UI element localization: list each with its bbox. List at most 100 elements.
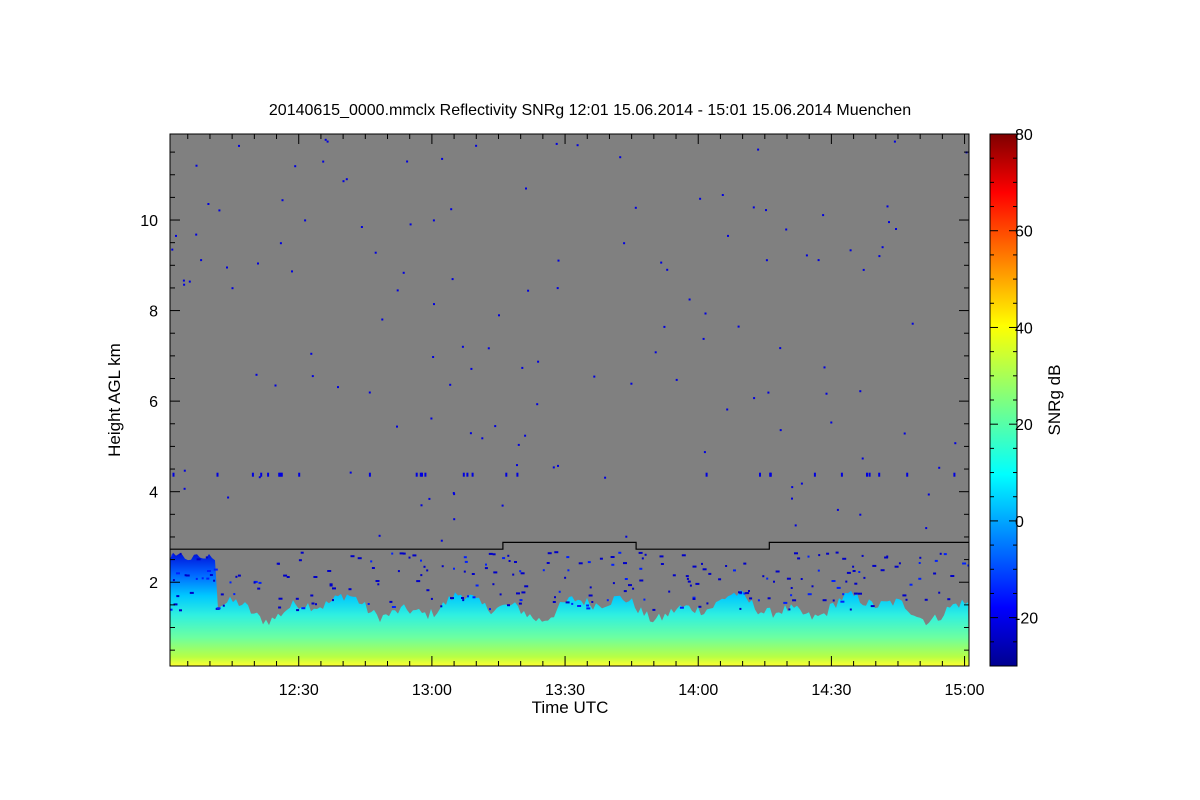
speckle bbox=[286, 576, 290, 578]
speckle bbox=[512, 573, 515, 576]
speckle bbox=[840, 472, 843, 477]
colorbar-label: SNRg dB bbox=[1045, 365, 1064, 436]
speckle bbox=[842, 593, 845, 596]
speckle bbox=[698, 605, 702, 608]
speckle bbox=[811, 585, 814, 588]
y-tick-label: 4 bbox=[149, 485, 158, 502]
speckle bbox=[310, 352, 313, 355]
speckle bbox=[298, 559, 302, 562]
speckle bbox=[859, 513, 862, 516]
speckle bbox=[632, 587, 635, 590]
speckle bbox=[349, 471, 352, 474]
speckle bbox=[238, 144, 240, 147]
speckle bbox=[818, 554, 821, 557]
speckle bbox=[171, 248, 174, 251]
speckle bbox=[412, 554, 417, 557]
speckle bbox=[464, 560, 468, 563]
speckle bbox=[251, 472, 254, 477]
speckle bbox=[888, 221, 890, 224]
speckle bbox=[792, 599, 797, 602]
speckle bbox=[381, 318, 384, 321]
speckle bbox=[943, 553, 947, 556]
speckle bbox=[822, 599, 827, 602]
speckle bbox=[556, 287, 559, 290]
speckle bbox=[610, 556, 615, 558]
speckle bbox=[472, 596, 476, 599]
speckle bbox=[396, 425, 398, 428]
speckle bbox=[692, 598, 696, 600]
speckle bbox=[849, 608, 852, 611]
speckle bbox=[826, 552, 830, 555]
speckle bbox=[762, 575, 765, 578]
speckle bbox=[342, 180, 345, 183]
speckle bbox=[790, 587, 793, 589]
speckle bbox=[432, 356, 435, 358]
speckle bbox=[274, 384, 277, 387]
speckle bbox=[520, 572, 525, 575]
speckle bbox=[547, 552, 552, 555]
speckle bbox=[253, 581, 256, 584]
speckle bbox=[374, 251, 377, 254]
speckle bbox=[586, 604, 590, 607]
speckle bbox=[925, 527, 928, 530]
speckle bbox=[654, 351, 657, 354]
speckle bbox=[618, 551, 622, 554]
speckle bbox=[726, 408, 729, 411]
speckle bbox=[634, 206, 637, 209]
speckle bbox=[805, 254, 808, 257]
speckle bbox=[688, 298, 691, 301]
colorbar-tick-label: 80 bbox=[1015, 127, 1033, 144]
speckle bbox=[840, 600, 845, 603]
x-tick-label: 15:00 bbox=[945, 682, 985, 699]
speckle bbox=[183, 283, 186, 286]
speckle bbox=[705, 472, 708, 477]
speckle bbox=[304, 219, 307, 222]
speckle bbox=[588, 594, 593, 597]
speckle bbox=[471, 573, 475, 575]
speckle bbox=[525, 187, 527, 190]
speckle bbox=[962, 562, 967, 565]
speckle bbox=[699, 197, 702, 200]
speckle bbox=[813, 472, 816, 477]
speckle bbox=[919, 556, 922, 559]
speckle bbox=[576, 144, 579, 147]
speckle bbox=[950, 575, 955, 577]
speckle bbox=[788, 608, 791, 611]
speckle bbox=[797, 557, 801, 560]
speckle bbox=[220, 593, 224, 596]
speckle bbox=[189, 591, 194, 594]
speckle bbox=[378, 534, 381, 537]
speckle bbox=[195, 233, 198, 236]
speckle bbox=[326, 140, 329, 143]
speckle bbox=[832, 599, 835, 602]
speckle bbox=[179, 552, 182, 555]
speckle bbox=[267, 472, 270, 477]
speckle bbox=[176, 595, 180, 598]
speckle bbox=[409, 223, 412, 226]
speckle bbox=[906, 472, 909, 477]
speckle bbox=[322, 160, 325, 163]
speckle bbox=[589, 586, 592, 589]
speckle bbox=[430, 597, 433, 600]
speckle bbox=[498, 314, 500, 317]
speckle bbox=[807, 555, 810, 558]
speckle bbox=[467, 595, 469, 598]
speckle bbox=[773, 580, 775, 583]
speckle bbox=[911, 322, 914, 325]
speckle bbox=[870, 605, 875, 608]
speckle bbox=[749, 597, 753, 600]
speckle bbox=[878, 472, 881, 477]
speckle bbox=[863, 576, 866, 579]
speckle bbox=[660, 563, 664, 565]
speckle bbox=[462, 472, 465, 477]
speckle bbox=[783, 601, 788, 604]
colorbar-tick-label: -20 bbox=[1015, 611, 1038, 628]
speckle bbox=[779, 347, 782, 350]
speckle bbox=[727, 234, 729, 237]
speckle bbox=[639, 567, 643, 570]
speckle bbox=[475, 584, 479, 587]
speckle bbox=[611, 563, 615, 566]
speckle bbox=[830, 421, 833, 424]
speckle bbox=[207, 203, 210, 205]
speckle bbox=[701, 562, 703, 565]
